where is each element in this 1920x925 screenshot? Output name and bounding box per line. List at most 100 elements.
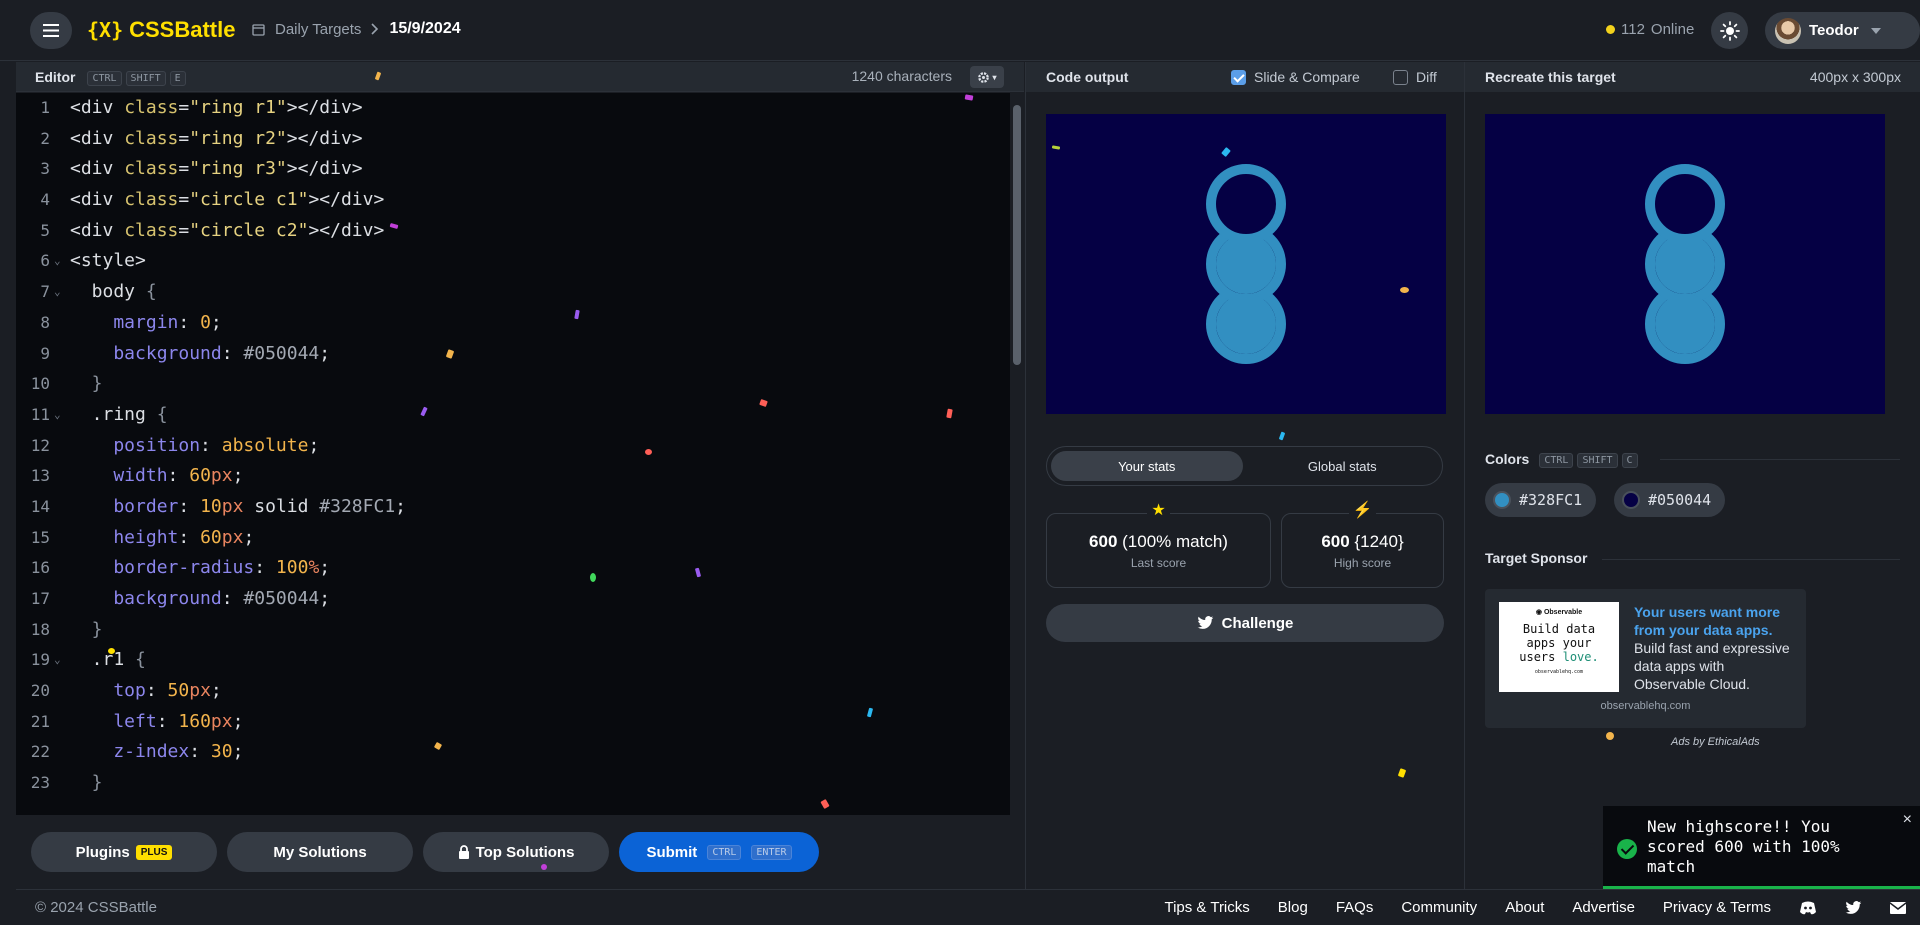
code-line[interactable]: 4 <div class="circle c1"></div> [16,185,1024,216]
code-editor[interactable]: 1 <div class="ring r1"></div> 2 <div class=… [16,93,1024,815]
submit-button[interactable]: Submit CTRL ENTER [619,832,819,872]
footer-link-faqs[interactable]: FAQs [1336,899,1374,916]
footer-link-blog[interactable]: Blog [1278,899,1308,916]
editor-settings-button[interactable]: ▾ [970,66,1004,88]
code-line[interactable]: 2 <div class="ring r2"></div> [16,124,1024,155]
footer-link-tips[interactable]: Tips & Tricks [1164,899,1249,916]
code-token: px [210,710,233,732]
code-line[interactable]: 22 z-index: 30; [16,737,1024,768]
twitter-icon[interactable] [1845,900,1862,915]
challenge-button[interactable]: Challenge [1046,604,1444,642]
code-line[interactable]: 3 <div class="ring r3"></div> [16,154,1024,185]
footer-link-about[interactable]: About [1505,899,1544,916]
plugins-label: Plugins [75,843,130,861]
close-icon[interactable]: × [1903,811,1912,829]
code-line[interactable]: 5 <div class="circle c2"></div> [16,216,1024,247]
discord-icon[interactable] [1799,901,1817,915]
ad-domain[interactable]: observablehq.com [1485,700,1806,712]
target-ring-1 [1645,164,1725,244]
code-line[interactable]: 14 border: 10px solid #328FC1; [16,492,1024,523]
slide-compare-toggle[interactable]: Slide & Compare [1231,69,1360,85]
copyright: © 2024 CSSBattle [35,899,157,916]
confetti-piece [1606,732,1614,740]
line-number: 6 [40,251,50,271]
line-number: 18 [30,619,50,639]
color-swatch-2[interactable]: #050044 [1614,483,1726,517]
my-solutions-button[interactable]: My Solutions [227,832,413,872]
line-number: 4 [40,190,50,210]
menu-button[interactable] [30,12,72,49]
code-line[interactable]: 1 <div class="ring r1"></div> [16,93,1024,124]
ad-headline: Your users want more from your data apps… [1634,604,1781,638]
fold-toggle-icon[interactable]: ⌄ [54,246,61,277]
diff-checkbox[interactable] [1393,69,1408,85]
code-token: 160 [178,710,211,732]
fold-toggle-icon[interactable]: ⌄ [54,400,61,431]
breadcrumb-daily-targets[interactable]: Daily Targets [275,21,361,38]
code-line[interactable]: 18 } [16,615,1024,646]
sponsor-ad[interactable]: ◉ Observable Build data apps your users … [1485,589,1806,728]
code-line[interactable]: 10 } [16,369,1024,400]
code-line[interactable]: 9 background: #050044; [16,339,1024,370]
top-solutions-button[interactable]: Top Solutions [423,832,609,872]
footer-link-community[interactable]: Community [1401,899,1477,916]
plugins-button[interactable]: Plugins PLUS [31,832,217,872]
code-token: .ring [70,403,157,425]
fold-toggle-icon[interactable]: ⌄ [54,277,61,308]
footer-link-privacy[interactable]: Privacy & Terms [1663,899,1771,916]
code-token: : [254,557,276,579]
editor-header: Editor CTRL SHIFT E 1240 characters ▾ [16,62,1024,92]
theme-toggle-button[interactable] [1711,12,1748,49]
line-number: 5 [40,220,50,240]
code-line[interactable]: 15 height: 60px; [16,523,1024,554]
gear-icon [978,71,990,83]
code-line[interactable]: 20 top: 50px; [16,676,1024,707]
mail-icon[interactable] [1890,901,1906,914]
high-score-label: High score [1333,555,1392,570]
kbd-key: CTRL [1539,453,1574,468]
output-ring-1 [1206,164,1286,244]
code-token: = [178,97,190,118]
logo[interactable]: {X} CSSBattle [87,16,235,44]
code-line[interactable]: 17 background: #050044; [16,584,1024,615]
code-output-canvas[interactable] [1046,114,1446,414]
ads-by-link[interactable]: Ads by EthicalAds [1671,736,1760,748]
stats-tabs: Your stats Global stats [1046,446,1443,486]
color-swatch-1[interactable]: #328FC1 [1485,483,1597,517]
ad-image-line: apps your [1526,636,1592,650]
editor-scrollbar[interactable] [1010,93,1024,815]
footer-link-advertise[interactable]: Advertise [1572,899,1635,916]
code-token: .r1 [70,649,136,671]
code-token: ></div> [308,219,385,241]
code-line[interactable]: 7 ⌄ body { [16,277,1024,308]
code-line[interactable]: 16 border-radius: 100%; [16,553,1024,584]
code-line[interactable]: 13 width: 60px; [16,461,1024,492]
target-canvas[interactable] [1485,114,1885,414]
tab-global-stats[interactable]: Global stats [1247,451,1439,481]
code-text: background: #050044; [70,584,330,615]
diff-toggle[interactable]: Diff [1393,69,1437,85]
user-menu-button[interactable]: Teodor [1765,12,1920,49]
code-line[interactable]: 8 margin: 0; [16,308,1024,339]
code-line[interactable]: 6 ⌄ <style> [16,246,1024,277]
scroll-thumb[interactable] [1013,105,1021,365]
code-line[interactable]: 19 ⌄ .r1 { [16,645,1024,676]
line-number: 19 [30,650,50,670]
ad-text[interactable]: Your users want more from your data apps… [1634,603,1794,693]
tab-your-stats[interactable]: Your stats [1051,451,1243,481]
fold-toggle-icon[interactable]: ⌄ [54,645,61,676]
slide-compare-checkbox[interactable] [1231,69,1246,85]
calendar-icon [252,23,265,36]
code-token: class [124,219,179,241]
code-token: ; [308,434,320,456]
toast-message: New highscore!! You scored 600 with 100%… [1647,817,1840,876]
code-line[interactable]: 11 ⌄ .ring { [16,400,1024,431]
color-hex: #328FC1 [1519,491,1583,509]
code-line[interactable]: 23 } [16,768,1024,799]
code-line[interactable]: 12 position: absolute; [16,431,1024,462]
last-score-label: Last score [1130,555,1187,570]
app-name: CSSBattle [129,17,236,42]
code-line[interactable]: 21 left: 160px; [16,707,1024,738]
diff-label: Diff [1416,69,1437,85]
target-circle-2 [1655,294,1715,354]
